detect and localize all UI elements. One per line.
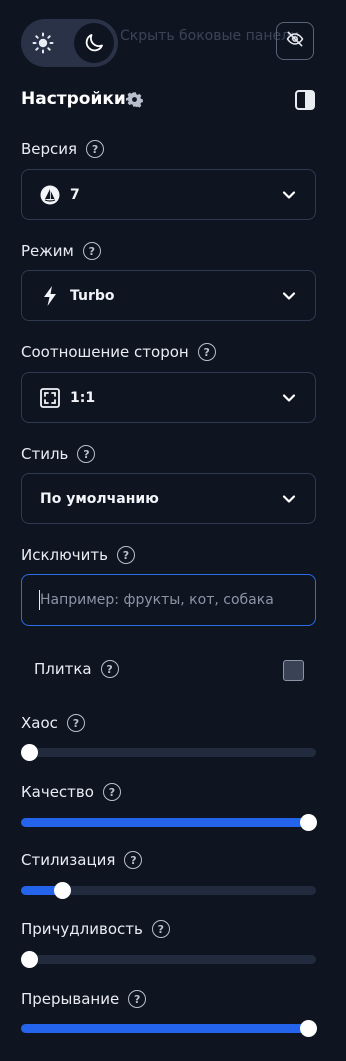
weird-label-text: Причудливость <box>21 920 143 938</box>
mode-label-text: Режим <box>21 242 74 260</box>
sidebar-layout-icon[interactable] <box>295 90 315 110</box>
help-icon[interactable]: ? <box>116 546 135 564</box>
gear-icon[interactable] <box>126 91 143 108</box>
style-value: По умолчанию <box>40 490 159 507</box>
style-label: Стиль ? <box>21 445 96 463</box>
frame-corners-icon <box>40 387 60 408</box>
quality-slider[interactable] <box>21 814 317 831</box>
help-icon[interactable]: ? <box>66 714 85 732</box>
theme-toggle[interactable] <box>21 19 118 67</box>
version-select[interactable]: 7 <box>21 169 316 220</box>
stylize-label: Стилизация ? <box>21 851 143 869</box>
mode-select[interactable]: Turbo <box>21 270 316 321</box>
style-label-text: Стиль <box>21 445 69 463</box>
tile-checkbox[interactable] <box>283 660 304 681</box>
tile-label-text: Плитка <box>34 660 92 678</box>
chevron-down-icon <box>282 292 296 300</box>
moon-icon[interactable] <box>74 23 114 63</box>
slider-thumb[interactable] <box>21 951 38 968</box>
help-icon[interactable]: ? <box>197 343 216 361</box>
sail-logo-icon <box>40 185 60 205</box>
slider-thumb[interactable] <box>21 744 38 761</box>
quality-label-text: Качество <box>21 783 94 801</box>
mode-label: Режим ? <box>21 242 101 260</box>
chaos-label: Хаос ? <box>21 714 85 732</box>
sun-icon[interactable] <box>31 31 55 55</box>
settings-sidebar: Скрыть боковые панели Настройки Версия ? <box>0 0 346 1061</box>
slider-thumb[interactable] <box>300 1020 317 1037</box>
help-icon[interactable]: ? <box>151 920 170 938</box>
help-icon[interactable]: ? <box>124 851 143 869</box>
slider-thumb[interactable] <box>54 882 72 899</box>
aspect-label-text: Соотношение сторон <box>21 343 189 361</box>
mode-value: Turbo <box>70 287 115 304</box>
version-label: Версия ? <box>21 140 105 158</box>
chaos-label-text: Хаос <box>21 714 58 732</box>
aspect-select[interactable]: 1:1 <box>21 372 316 423</box>
stop-label: Прерывание ? <box>21 990 147 1008</box>
help-icon[interactable]: ? <box>128 990 147 1008</box>
help-icon[interactable]: ? <box>102 783 121 801</box>
stylize-label-text: Стилизация <box>21 851 116 869</box>
exclude-input[interactable] <box>21 574 316 626</box>
help-icon[interactable]: ? <box>100 660 119 678</box>
quality-label: Качество ? <box>21 783 121 801</box>
help-icon[interactable]: ? <box>82 242 101 260</box>
chevron-down-icon <box>282 394 296 402</box>
style-select[interactable]: По умолчанию <box>21 473 316 524</box>
version-label-text: Версия <box>21 140 78 158</box>
hide-panels-button[interactable] <box>276 22 314 60</box>
help-icon[interactable]: ? <box>77 445 96 463</box>
stop-label-text: Прерывание <box>21 990 120 1008</box>
tile-label: Плитка ? <box>34 660 119 678</box>
version-value: 7 <box>70 186 80 203</box>
settings-title: Настройки <box>21 89 126 109</box>
aspect-value: 1:1 <box>70 389 96 406</box>
stop-slider[interactable] <box>21 1020 317 1037</box>
aspect-label: Соотношение сторон ? <box>21 343 216 361</box>
text-caret <box>39 590 40 610</box>
chevron-down-icon <box>282 191 296 199</box>
chevron-down-icon <box>282 495 296 503</box>
slider-thumb[interactable] <box>300 814 317 831</box>
stylize-slider[interactable] <box>21 882 316 899</box>
help-icon[interactable]: ? <box>86 140 105 158</box>
lightning-icon <box>40 285 60 306</box>
eye-off-icon <box>285 29 305 53</box>
weird-label: Причудливость ? <box>21 920 170 938</box>
slider-fill <box>21 1024 308 1033</box>
exclude-label: Исключить ? <box>21 546 135 564</box>
chaos-slider[interactable] <box>21 744 316 761</box>
slider-fill <box>21 818 308 827</box>
exclude-label-text: Исключить <box>21 546 108 564</box>
weird-slider[interactable] <box>21 951 316 968</box>
hide-panels-text: Скрыть боковые панели <box>120 28 300 44</box>
